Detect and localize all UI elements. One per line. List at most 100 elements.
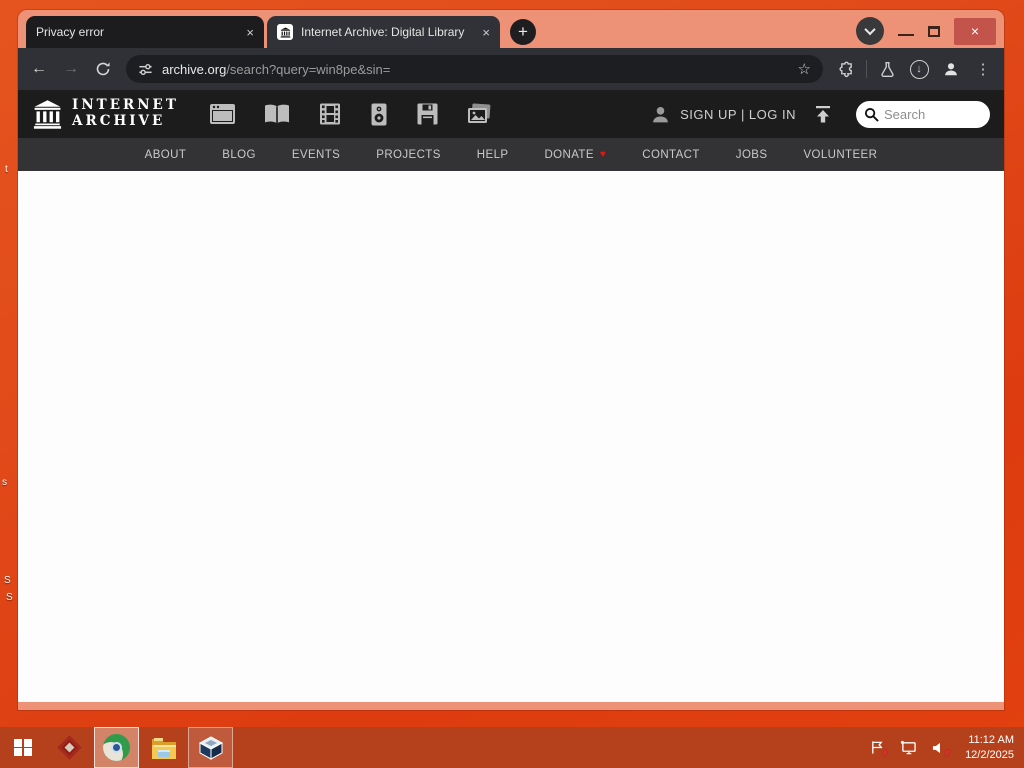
nav-label: JOBS [735,148,768,161]
site-search-box[interactable] [856,100,990,128]
nav-label: EVENTS [291,148,341,161]
nav-blog[interactable]: BLOG [222,149,256,161]
browser-menu-button[interactable]: ⋮ [968,54,998,84]
archive-logo[interactable]: INTERNET ARCHIVE [32,98,179,129]
nav-projects[interactable]: PROJECTS [376,149,441,161]
downloads-button[interactable]: ↓ [904,54,934,84]
taskbar-browser-button[interactable] [94,727,139,768]
webpage-viewport: INTERNET ARCHIVE SIGN UP | LOG IN Search… [18,90,1004,702]
puzzle-icon [839,61,852,77]
nav-jobs[interactable]: JOBS [736,149,768,161]
nav-events[interactable]: EVENTS [292,149,340,161]
archive-logo-text: INTERNET ARCHIVE [72,98,179,129]
tab-title: Internet Archive: Digital Library [301,25,465,39]
desktop-icon-label-fragment: S [6,592,13,603]
clock-time: 11:12 AM [968,734,1014,747]
taskbar-red-app-button[interactable] [47,727,92,768]
nav-label: CONTACT [642,148,700,161]
extensions-button[interactable] [831,54,861,84]
profile-button[interactable] [936,54,966,84]
video-icon[interactable] [318,103,342,125]
tab-internet-archive[interactable]: Internet Archive: Digital Library × [267,16,500,48]
windows-logo-icon [14,738,32,757]
url-text[interactable]: archive.org/search?query=win8pe&sin= [162,62,789,77]
virtualbox-icon [198,735,223,760]
nav-label: BLOG [222,148,256,161]
download-icon: ↓ [909,59,929,79]
nav-contact[interactable]: CONTACT [642,149,700,161]
nav-label: DONATE [544,148,594,161]
nav-about[interactable]: ABOUT [145,149,187,161]
search-icon [864,107,879,122]
archive-building-icon [33,99,62,129]
nav-label: ABOUT [144,148,187,161]
web-icon[interactable] [209,103,236,125]
search-input[interactable] [884,106,974,122]
desktop-icon-label-fragment: S [4,575,11,586]
nav-volunteer[interactable]: VOLUNTEER [803,149,877,161]
taskbar-explorer-button[interactable] [141,727,186,768]
software-icon[interactable] [416,103,439,125]
images-icon[interactable] [466,103,492,125]
tab-strip: Privacy error × Internet Archive: Digita… [18,10,1004,48]
nav-label: PROJECTS [376,148,441,161]
bookmark-star-icon[interactable]: ☆ [798,60,811,78]
url-path: /search?query=win8pe&sin= [226,61,391,77]
new-tab-button[interactable]: + [510,19,536,45]
minimize-button[interactable] [898,33,914,37]
nav-label: HELP [476,148,509,161]
logo-line-2: ARCHIVE [72,113,166,129]
tab-close-icon[interactable]: × [482,26,490,39]
archive-header: INTERNET ARCHIVE SIGN UP | LOG IN Search [18,90,1004,138]
system-tray: ✗ ✗ 11:12 AM 12/2/2025 [868,727,1024,768]
toolbar-separator [866,60,867,78]
tab-search-button[interactable] [856,17,884,45]
page-content-blank [18,171,1004,702]
action-center-flag-icon[interactable]: ✗ [868,740,889,758]
texts-icon[interactable] [263,103,291,125]
archive-favicon-icon [277,24,293,40]
red-app-icon [57,735,82,760]
header-account-area: SIGN UP | LOG IN [650,100,990,128]
desktop-icon-label-fragment: s [2,477,7,488]
profile-icon [945,63,957,76]
close-window-button[interactable]: × [954,17,996,45]
browser-toolbar: ← → archive.org/search?query=win8pe&sin=… [18,48,1004,90]
chevron-down-icon [864,23,876,36]
window-controls: × [856,17,996,45]
upload-icon[interactable] [813,104,833,124]
reload-button[interactable] [88,54,118,84]
folder-icon [151,737,176,759]
start-button[interactable] [0,727,46,768]
logo-line-1: INTERNET [72,97,179,114]
nav-help[interactable]: HELP [477,149,509,161]
browser-app-icon [103,734,130,761]
site-settings-icon[interactable] [138,62,153,77]
audio-icon[interactable] [369,103,389,126]
taskbar-clock[interactable]: 11:12 AM 12/2/2025 [961,733,1014,762]
forward-button[interactable]: → [56,54,86,84]
media-type-icons [209,103,492,126]
nav-donate[interactable]: DONATE ♥ [544,149,606,161]
network-status-icon[interactable] [899,740,917,756]
tab-title: Privacy error [36,25,105,39]
back-button[interactable]: ← [24,54,54,84]
volume-muted-icon[interactable]: ✗ [930,740,951,758]
nav-label: VOLUNTEER [803,148,878,161]
flask-icon [880,61,894,77]
taskbar: ✗ ✗ 11:12 AM 12/2/2025 [0,727,1024,768]
url-domain: archive.org [162,61,227,77]
taskbar-virtualbox-button[interactable] [188,727,233,768]
labs-button[interactable] [872,54,902,84]
person-icon [653,106,668,122]
clock-date: 12/2/2025 [965,748,1014,761]
address-bar[interactable]: archive.org/search?query=win8pe&sin= ☆ [126,55,823,83]
signup-login-link[interactable]: SIGN UP | LOG IN [680,107,796,122]
browser-window: Privacy error × Internet Archive: Digita… [18,10,1004,710]
tab-close-icon[interactable]: × [246,26,254,39]
desktop-icon-label-fragment: t [5,164,8,175]
maximize-button[interactable] [928,25,940,37]
tab-privacy-error[interactable]: Privacy error × [26,16,264,48]
mute-x-badge: ✗ [943,747,952,758]
notification-x-badge: ✗ [881,747,890,758]
